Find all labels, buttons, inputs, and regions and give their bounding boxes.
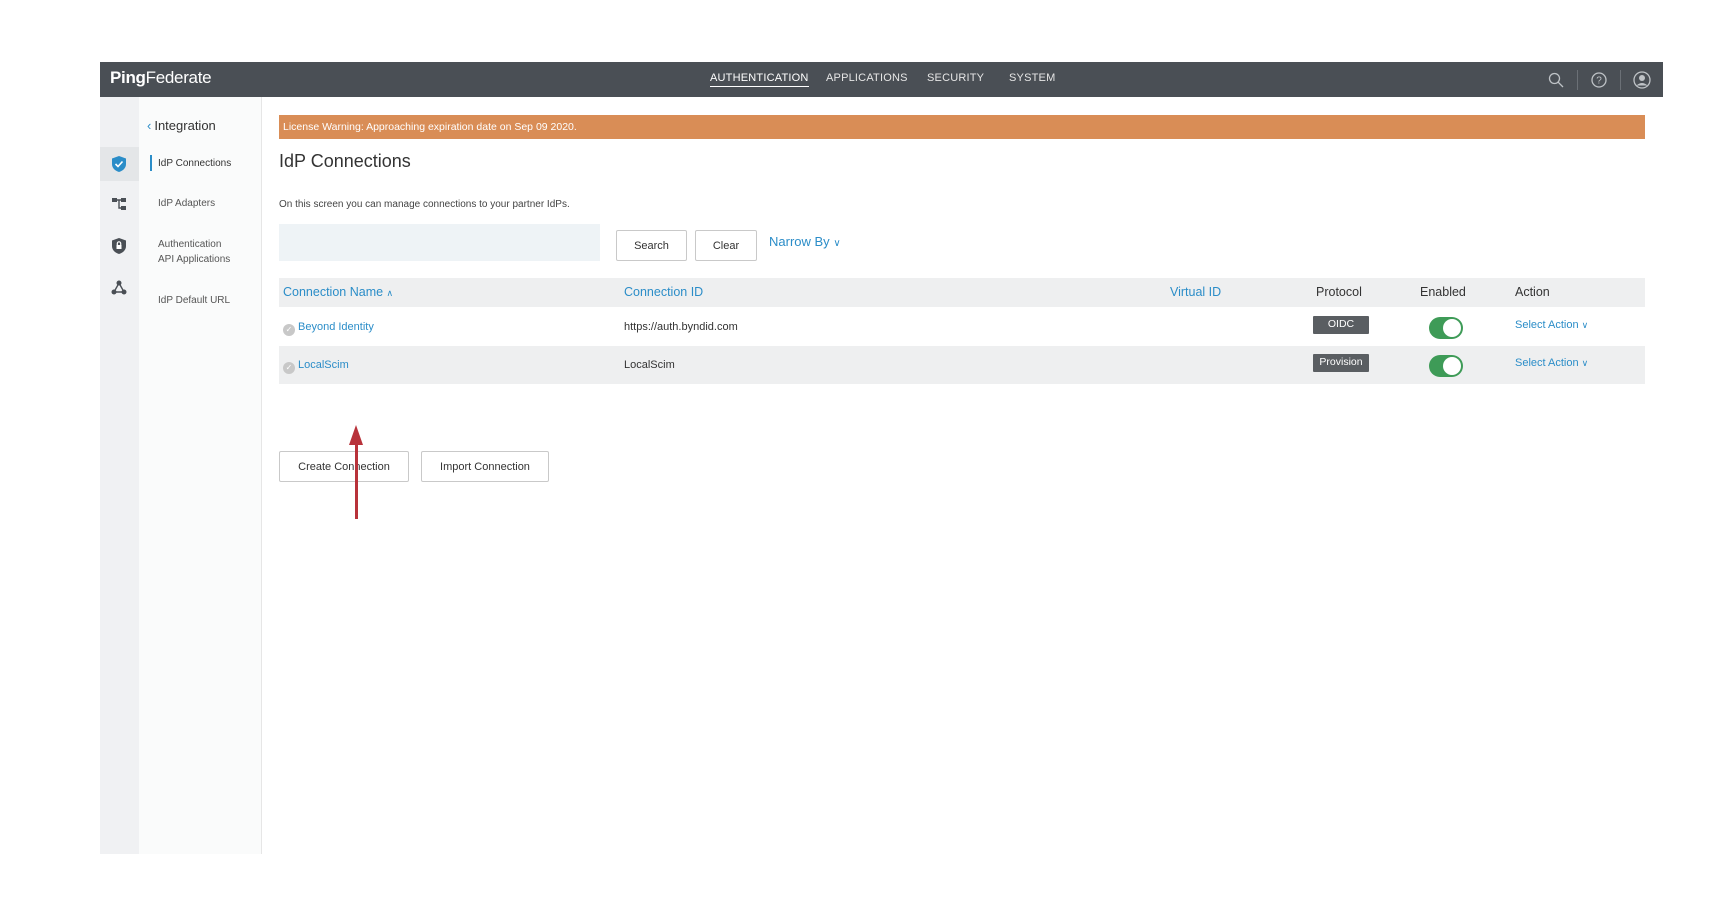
app-window: PingFederate AUTHENTICATION APPLICATIONS… [100,62,1663,854]
column-protocol: Protocol [1316,285,1362,299]
user-icon[interactable] [1621,62,1663,97]
chevron-left-icon: ‹ [147,118,152,133]
annotation-arrow-shaft [355,444,358,519]
nav-system[interactable]: SYSTEM [1009,72,1055,84]
connection-name-cell[interactable]: ✓ LocalScim [283,359,349,374]
select-action-dropdown[interactable]: Select Action ∨ [1515,319,1588,331]
narrow-by-dropdown[interactable]: Narrow By ∨ [769,234,841,249]
pingfederate-logo[interactable]: PingFederate [110,68,212,88]
create-connection-button[interactable]: Create Connection [279,451,409,482]
search-button[interactable]: Search [616,230,687,261]
top-icon-group: ? [1535,62,1663,97]
column-action: Action [1515,285,1550,299]
column-connection-name[interactable]: Connection Name ∧ [283,285,393,299]
integration-subnav: ‹ Integration IdP Connections IdP Adapter… [139,97,262,854]
protocol-badge: Provision [1313,354,1369,372]
table-row: ✓ LocalScim LocalScim Provision Select Ac… [279,346,1645,384]
shield-lock-icon[interactable] [110,237,128,255]
subnav-item-authentication-api-applications[interactable]: Authentication API Applications [158,237,230,267]
svg-text:?: ? [1596,75,1602,86]
sort-ascending-icon: ∧ [386,288,394,298]
back-to-integration[interactable]: ‹ Integration [147,118,216,133]
chevron-down-icon: ∨ [833,238,841,249]
search-icon[interactable] [1535,62,1577,97]
shield-check-icon[interactable] [110,155,128,173]
column-connection-id[interactable]: Connection ID [624,285,703,299]
chevron-down-icon: ∨ [1581,358,1589,368]
hierarchy-icon[interactable] [110,195,128,213]
search-input[interactable] [279,224,600,261]
enabled-toggle[interactable] [1429,317,1463,339]
select-action-dropdown[interactable]: Select Action ∨ [1515,357,1588,369]
license-warning-banner: License Warning: Approaching expiration … [279,115,1645,139]
protocol-badge: OIDC [1313,316,1369,334]
column-enabled: Enabled [1420,285,1466,299]
nav-security[interactable]: SECURITY [927,72,984,84]
table-header: Connection Name ∧ Connection ID Virtual … [279,278,1645,307]
clear-button[interactable]: Clear [695,230,757,261]
page-title: IdP Connections [279,151,411,171]
subnav-item-idp-adapters[interactable]: IdP Adapters [158,196,215,211]
table-row: ✓ Beyond Identity https://auth.byndid.com… [279,308,1645,346]
status-check-icon: ✓ [283,362,295,374]
column-virtual-id[interactable]: Virtual ID [1170,285,1221,299]
annotation-arrow-head [349,425,363,445]
top-navigation-bar: PingFederate AUTHENTICATION APPLICATIONS… [100,62,1663,97]
import-connection-button[interactable]: Import Connection [421,451,549,482]
connection-id-cell: LocalScim [624,359,675,371]
status-check-icon: ✓ [283,324,295,336]
nav-authentication[interactable]: AUTHENTICATION [710,72,809,87]
subnav-item-idp-default-url[interactable]: IdP Default URL [158,293,230,308]
network-icon[interactable] [110,279,128,297]
connection-name-cell[interactable]: ✓ Beyond Identity [283,321,374,336]
left-icon-rail [100,97,139,854]
enabled-toggle[interactable] [1429,355,1463,377]
page-description: On this screen you can manage connection… [279,199,570,210]
connection-id-cell: https://auth.byndid.com [624,321,738,333]
chevron-down-icon: ∨ [1581,320,1589,330]
nav-applications[interactable]: APPLICATIONS [826,72,908,84]
toggle-knob [1443,319,1461,337]
help-icon[interactable]: ? [1578,62,1620,97]
toggle-knob [1443,357,1461,375]
subnav-item-idp-connections[interactable]: IdP Connections [149,155,231,171]
